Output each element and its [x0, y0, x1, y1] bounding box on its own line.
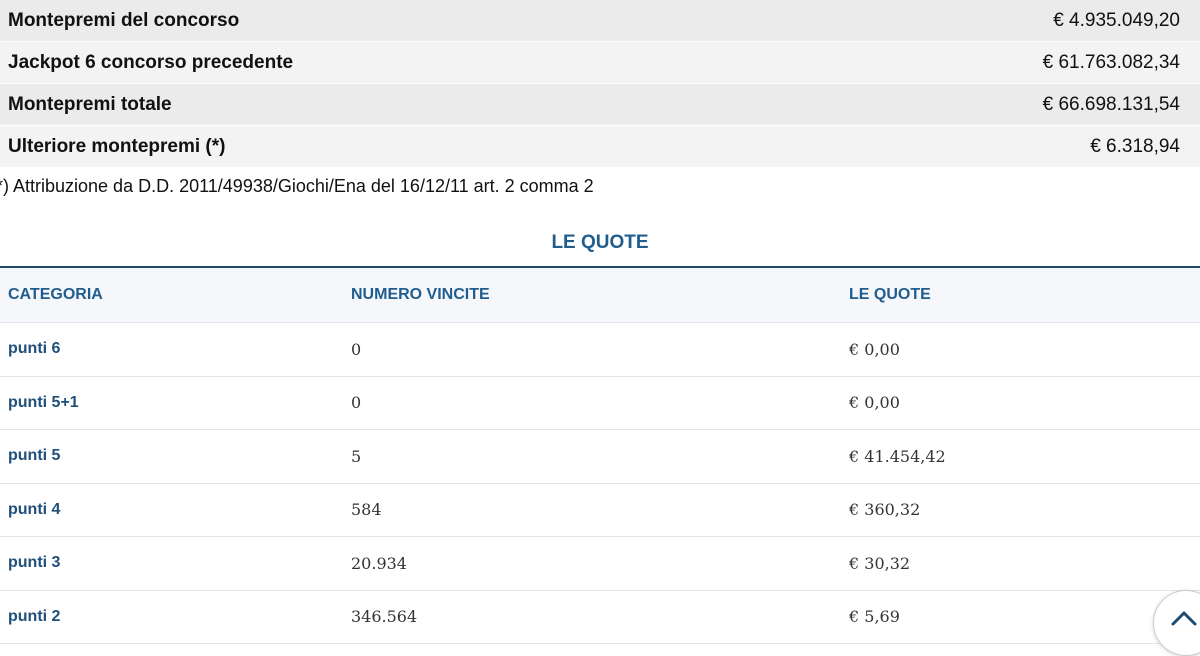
- summary-label: Montepremi del concorso: [8, 9, 240, 31]
- categoria-cell[interactable]: punti 3: [0, 554, 351, 572]
- table-row: punti 4 584 € 360,32: [0, 484, 1200, 537]
- table-row: punti 6 0 € 0,00: [0, 323, 1200, 377]
- quota-cell: € 30,32: [849, 553, 911, 573]
- categoria-cell[interactable]: punti 2: [0, 608, 351, 626]
- column-header-le-quote: LE QUOTE: [849, 286, 931, 303]
- summary-label: Montepremi totale: [8, 93, 172, 115]
- summary-row-ulteriore-montepremi: Ulteriore montepremi (*) € 6.318,94: [0, 126, 1200, 168]
- vincite-cell: 346.564: [351, 607, 418, 627]
- summary-row-jackpot-precedente: Jackpot 6 concorso precedente € 61.763.0…: [0, 42, 1200, 84]
- vincite-cell: 0: [351, 339, 362, 359]
- categoria-cell[interactable]: punti 5+1: [0, 394, 351, 412]
- summary-label: Ulteriore montepremi (*): [8, 135, 226, 157]
- summary-label: Jackpot 6 concorso precedente: [8, 51, 294, 73]
- vincite-cell: 584: [351, 500, 382, 520]
- summary-value: € 66.698.131,54: [1042, 93, 1180, 115]
- quote-table-header: CATEGORIA NUMERO VINCITE LE QUOTE: [0, 268, 1200, 323]
- quota-cell: € 0,00: [849, 339, 900, 359]
- categoria-cell[interactable]: punti 5: [0, 447, 351, 465]
- footnote: *) Attribuzione da D.D. 2011/49938/Gioch…: [0, 176, 594, 196]
- vincite-cell: 5: [351, 446, 362, 466]
- column-header-categoria: CATEGORIA: [8, 286, 103, 303]
- table-row: punti 5+1 0 € 0,00: [0, 377, 1200, 430]
- quota-cell: € 0,00: [849, 393, 900, 413]
- quota-cell: € 360,32: [849, 500, 921, 520]
- section-title-le-quote: LE QUOTE: [0, 230, 1200, 268]
- table-row: punti 2 346.564 € 5,69: [0, 591, 1200, 644]
- table-row: punti 3 20.934 € 30,32: [0, 537, 1200, 591]
- summary-value: € 4.935.049,20: [1053, 9, 1180, 31]
- column-header-numero-vincite: NUMERO VINCITE: [351, 286, 490, 303]
- summary-row-montepremi-totale: Montepremi totale € 66.698.131,54: [0, 84, 1200, 126]
- summary-table: Montepremi del concorso € 4.935.049,20 J…: [0, 0, 1200, 168]
- quota-cell: € 5,69: [849, 607, 900, 627]
- quote-table: CATEGORIA NUMERO VINCITE LE QUOTE punti …: [0, 268, 1200, 644]
- categoria-cell[interactable]: punti 6: [0, 340, 351, 358]
- quota-cell: € 41.454,42: [849, 446, 946, 466]
- categoria-cell[interactable]: punti 4: [0, 501, 351, 519]
- summary-value: € 61.763.082,34: [1042, 51, 1180, 73]
- vincite-cell: 0: [351, 393, 362, 413]
- summary-value: € 6.318,94: [1090, 135, 1180, 157]
- summary-row-montepremi-concorso: Montepremi del concorso € 4.935.049,20: [0, 0, 1200, 42]
- vincite-cell: 20.934: [351, 553, 407, 573]
- chevron-up-icon: [1171, 611, 1197, 626]
- table-row: punti 5 5 € 41.454,42: [0, 430, 1200, 484]
